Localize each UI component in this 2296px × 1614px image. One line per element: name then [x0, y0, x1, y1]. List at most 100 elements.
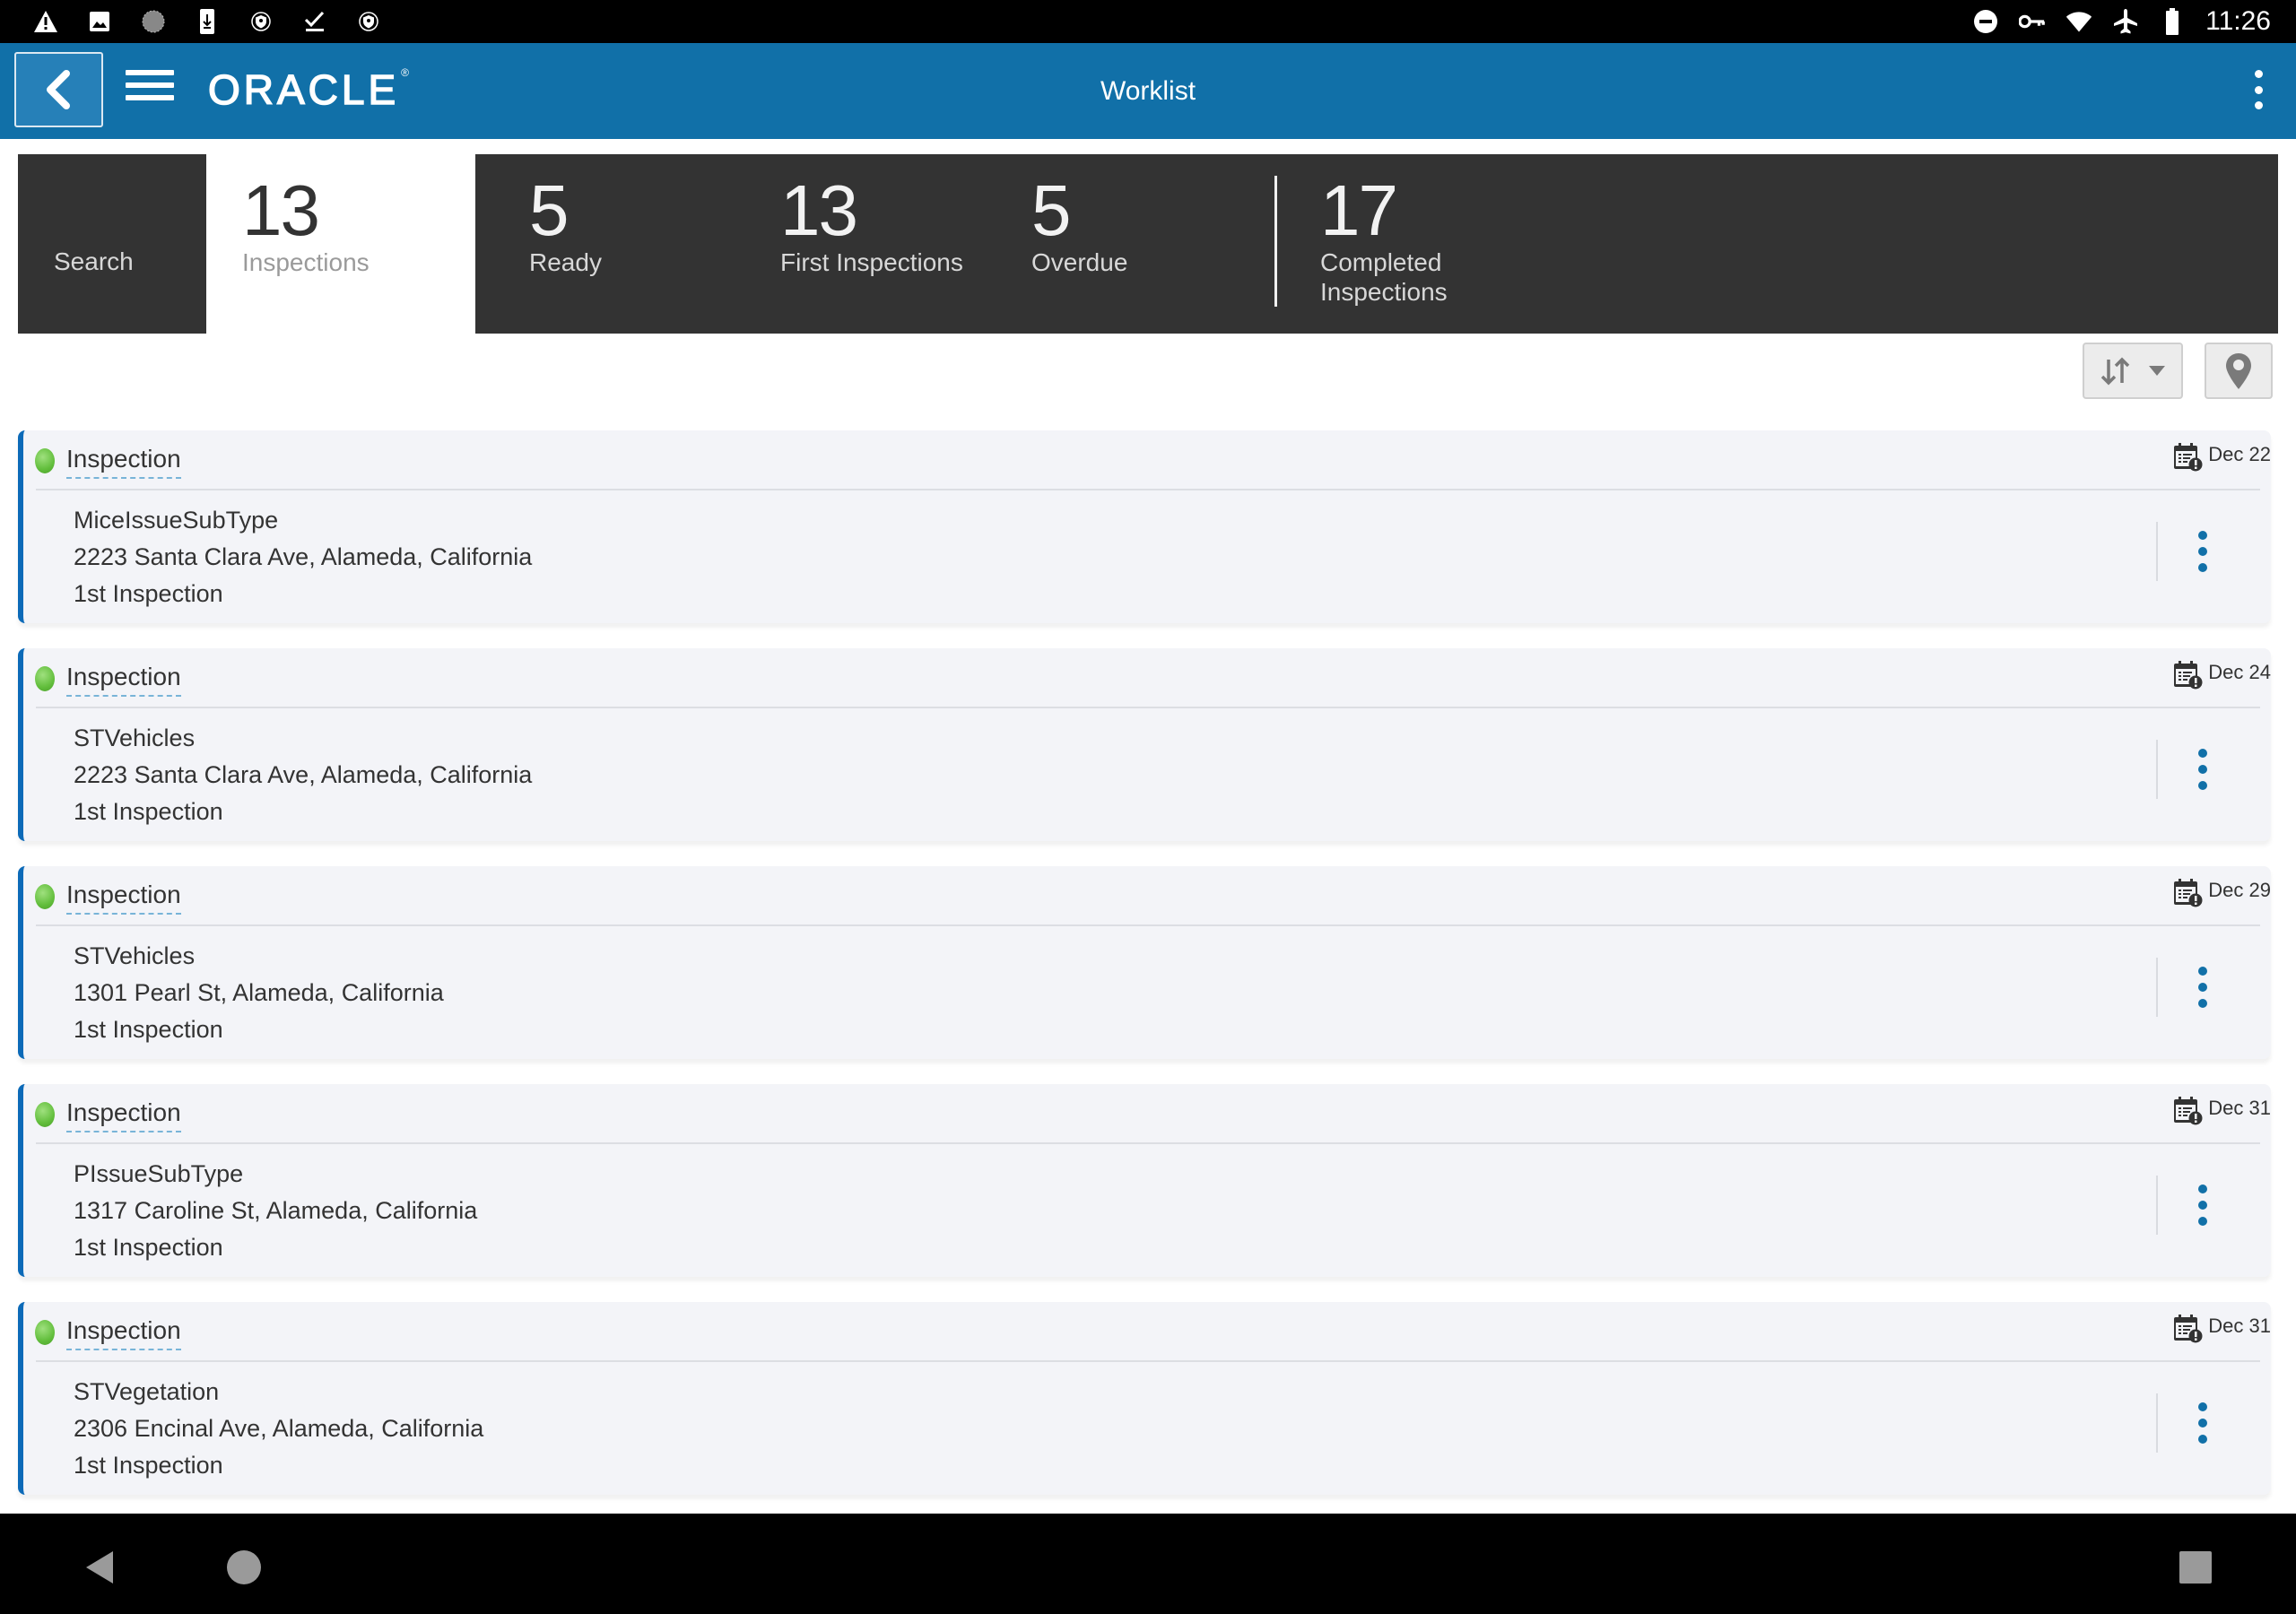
nav-back-button[interactable]	[74, 1540, 127, 1594]
action-divider	[2156, 522, 2158, 581]
card-details: PIssueSubType 1317 Caroline St, Alameda,…	[74, 1156, 477, 1266]
header-more-button[interactable]	[2248, 70, 2269, 109]
status-indicator-icon	[35, 448, 55, 473]
hamburger-icon-bar	[126, 82, 174, 88]
card-actions-button[interactable]	[2192, 749, 2213, 790]
status-indicator-icon	[35, 1102, 55, 1127]
card-stage: 1st Inspection	[74, 580, 223, 607]
stats-divider	[1274, 176, 1277, 307]
android-nav-bar	[0, 1514, 2296, 1614]
kebab-icon-dot	[2254, 85, 2263, 94]
nav-recents-button[interactable]	[2169, 1540, 2222, 1594]
kebab-icon-dot	[2198, 1419, 2207, 1427]
card-stage: 1st Inspection	[74, 1452, 223, 1479]
sort-icon	[2100, 357, 2130, 385]
kebab-icon	[2254, 70, 2263, 78]
caret-down-icon	[2149, 365, 2165, 376]
clock: 11:26	[2205, 6, 2271, 36]
worklist-card[interactable]: Inspection Dec 29 STVehicles 1301 Pearl …	[18, 866, 2271, 1059]
kebab-icon-dot	[2198, 983, 2207, 992]
status-bar: 11:26	[0, 0, 2296, 43]
nav-home-icon	[227, 1550, 261, 1584]
due-date: Dec 22	[2172, 441, 2271, 472]
card-details: STVegetation 2306 Encinal Ave, Alameda, …	[74, 1374, 483, 1484]
hamburger-menu-button[interactable]	[126, 70, 174, 109]
vpn-key-icon	[2019, 8, 2046, 35]
download-icon	[194, 8, 221, 35]
card-subtype: STVehicles	[74, 942, 196, 969]
kebab-icon-dot	[2198, 1435, 2207, 1444]
kebab-icon-dot	[2198, 765, 2207, 774]
due-date: Dec 31	[2172, 1313, 2271, 1343]
nav-home-button[interactable]	[217, 1540, 271, 1594]
tile-value: 13	[242, 170, 320, 250]
card-address: 2306 Encinal Ave, Alameda, California	[74, 1415, 484, 1442]
sync-icon	[140, 8, 167, 35]
search-tile[interactable]: Search	[18, 154, 206, 334]
kebab-icon-dot	[2198, 781, 2207, 790]
action-divider	[2156, 1393, 2158, 1453]
due-date-text: Dec 24	[2208, 661, 2271, 683]
due-date: Dec 24	[2172, 659, 2271, 690]
card-subtype: MiceIssueSubType	[74, 507, 279, 534]
kebab-icon	[2198, 967, 2207, 976]
check-icon	[301, 8, 328, 35]
tile-label: First Inspections	[780, 248, 963, 276]
calendar-alert-icon	[2174, 661, 2203, 690]
card-divider	[36, 1360, 2260, 1362]
tile-completed-inspections[interactable]: 17 Completed Inspections	[1284, 154, 1553, 334]
card-type-link[interactable]: Inspection	[66, 1313, 181, 1350]
worklist-card[interactable]: Inspection Dec 31 STVegetation 2306 Enci…	[18, 1302, 2271, 1495]
battery-icon	[2159, 8, 2186, 35]
card-actions-button[interactable]	[2192, 1402, 2213, 1444]
notification-icons	[32, 7, 382, 36]
tile-first-inspections[interactable]: 13 First Inspections	[744, 154, 996, 334]
airplane-icon	[2112, 8, 2139, 35]
card-stage: 1st Inspection	[74, 1016, 223, 1043]
card-type-link[interactable]: Inspection	[66, 659, 181, 697]
card-type-link[interactable]: Inspection	[66, 877, 181, 915]
card-subtype: PIssueSubType	[74, 1160, 244, 1187]
vpn-shield-icon	[355, 8, 382, 35]
card-stage: 1st Inspection	[74, 798, 223, 825]
do-not-disturb-icon	[1972, 8, 1999, 35]
card-actions-button[interactable]	[2192, 1184, 2213, 1226]
card-type-link[interactable]: Inspection	[66, 1095, 181, 1132]
card-actions-button[interactable]	[2192, 531, 2213, 572]
warning-icon	[32, 8, 59, 35]
kebab-icon-dot	[2198, 1201, 2207, 1210]
card-divider	[36, 489, 2260, 490]
tile-label-line2: Inspections	[1320, 278, 1448, 306]
hamburger-icon	[126, 70, 174, 75]
tile-inspections[interactable]: 13 Inspections	[206, 154, 475, 334]
search-tile-label: Search	[54, 247, 134, 275]
card-subtype: STVehicles	[74, 725, 196, 751]
nav-recents-icon	[2179, 1551, 2212, 1584]
back-button[interactable]	[14, 52, 103, 127]
action-divider	[2156, 958, 2158, 1017]
logo-text: ORACLE	[207, 65, 400, 114]
status-indicator-icon	[35, 666, 55, 691]
oracle-logo: ORACLE ®	[207, 65, 409, 115]
due-date: Dec 29	[2172, 877, 2271, 907]
card-address: 2223 Santa Clara Ave, Alameda, Californi…	[74, 543, 533, 570]
tile-ready[interactable]: 5 Ready	[493, 154, 726, 334]
card-actions-button[interactable]	[2192, 967, 2213, 1008]
due-date: Dec 31	[2172, 1095, 2271, 1125]
worklist-card[interactable]: Inspection Dec 22 MiceIssueSubType 2223 …	[18, 430, 2271, 623]
sort-button[interactable]	[2083, 343, 2183, 399]
calendar-alert-icon	[2174, 443, 2203, 472]
tile-value: 17	[1320, 170, 1398, 250]
tile-overdue[interactable]: 5 Overdue	[996, 154, 1247, 334]
worklist-card[interactable]: Inspection Dec 24 STVehicles 2223 Santa …	[18, 648, 2271, 841]
tile-label: Ready	[529, 248, 602, 276]
tile-label: Overdue	[1031, 248, 1128, 276]
action-divider	[2156, 740, 2158, 799]
worklist-card[interactable]: Inspection Dec 31 PIssueSubType 1317 Car…	[18, 1084, 2271, 1277]
tile-value: 5	[1031, 170, 1071, 250]
calendar-alert-icon	[2174, 1315, 2203, 1343]
tile-label: Inspections	[242, 248, 370, 276]
map-view-button[interactable]	[2205, 343, 2273, 399]
card-type-link[interactable]: Inspection	[66, 441, 181, 479]
due-date-text: Dec 29	[2208, 879, 2271, 901]
